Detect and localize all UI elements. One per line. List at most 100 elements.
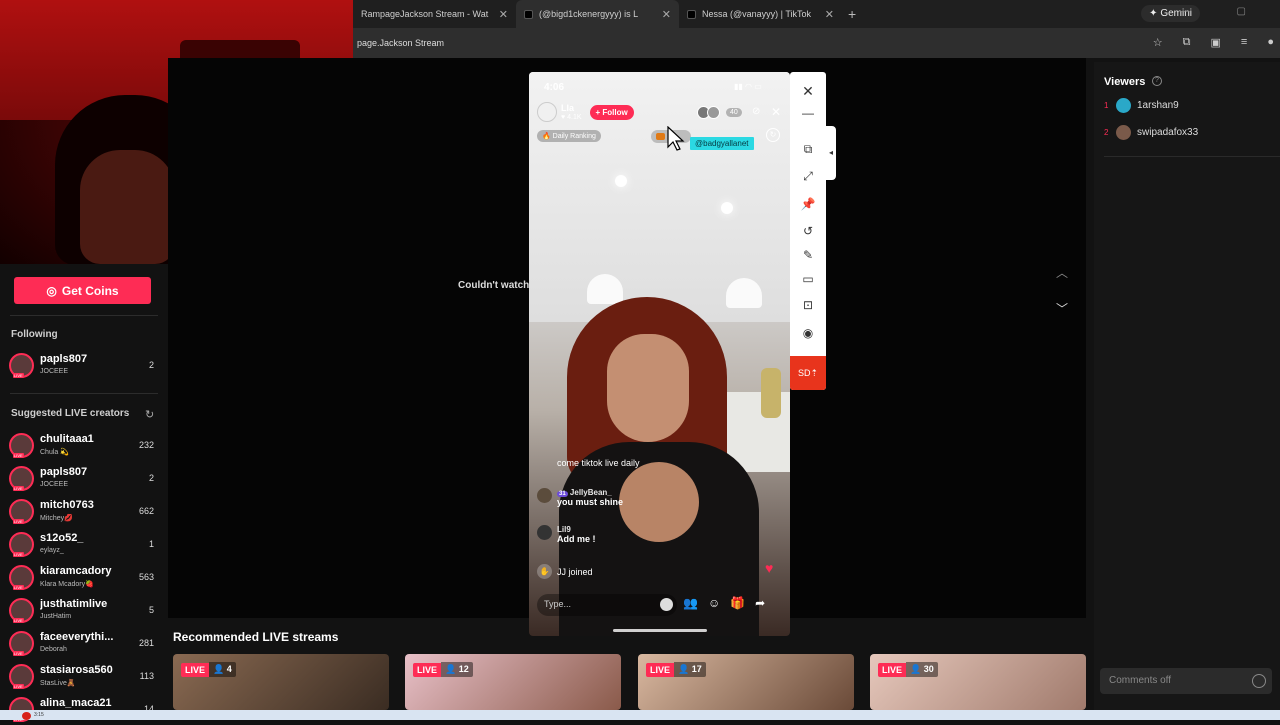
browser-tabbar: RampageJackson Stream - Wat ✕ (@bigd1cke… — [353, 0, 1280, 28]
suggested-creator[interactable]: LIVE faceeverythi... Deborah 281 — [9, 629, 159, 659]
browser-tab-active[interactable]: (@bigd1ckenergyyy) is L ✕ — [516, 0, 679, 28]
suggested-creator[interactable]: LIVE stasiarosa560 StasLive🧸 113 — [9, 662, 159, 692]
tab-close-icon[interactable]: ✕ — [499, 8, 508, 21]
close-icon[interactable]: ✕ — [790, 81, 826, 101]
follow-button[interactable]: + Follow — [589, 104, 634, 120]
pen-icon[interactable]: ✎ — [790, 245, 826, 265]
creator-name: stasiarosa560 — [40, 664, 113, 676]
live-viewer-count[interactable]: 40 — [726, 108, 742, 117]
url-text[interactable]: page.Jackson Stream — [357, 38, 444, 48]
effects-icon[interactable]: ☺ — [708, 596, 720, 610]
recording-indicator-icon[interactable] — [22, 712, 31, 720]
browser-tab[interactable]: Nessa (@vanayyy) | TikTok ✕ — [679, 0, 842, 28]
toolbar-icons: ☆ ⧉ ▣ ≡ ● — [1153, 36, 1274, 49]
creator-name: papls807 — [40, 353, 88, 365]
share-icon[interactable]: ➦ — [755, 596, 765, 610]
top-viewers-avatars[interactable] — [697, 106, 723, 120]
recommended-card[interactable]: LIVE 👤 12 — [405, 654, 621, 710]
new-tab-button[interactable]: + — [848, 6, 856, 22]
next-stream-chevron-down-icon[interactable]: ﹀ — [1056, 300, 1068, 317]
viewer-row[interactable]: 2 swipadafox33 — [1104, 123, 1198, 141]
suggested-creator[interactable]: LIVE chulitaaa1 Chula 💫 232 — [9, 431, 159, 461]
pin-icon[interactable]: 📌 — [790, 194, 826, 214]
joined-notice: ✋ JJ joined — [537, 564, 593, 579]
host-name: Lla — [561, 102, 575, 113]
help-icon[interactable]: ? — [1152, 76, 1162, 86]
creator-nickname: Chula 💫 — [40, 449, 69, 456]
chat-username[interactable]: JellyBean_ — [570, 488, 612, 497]
guests-icon[interactable]: 👥 — [683, 596, 698, 610]
suggested-creator[interactable]: LIVE mitch0763 Mitchey💋 662 — [9, 497, 159, 527]
rotate-icon[interactable]: ↺ — [790, 221, 826, 241]
tab-title: RampageJackson Stream - Wat — [361, 9, 489, 19]
sd-quality-button[interactable]: SD⇡ — [790, 356, 826, 390]
daily-ranking-pill[interactable]: 🔥 Daily Ranking — [537, 130, 601, 142]
suggested-creator[interactable]: LIVE justhatimlive JustHatim 5 — [9, 596, 159, 626]
share-refresh-icon[interactable]: ↻ — [766, 128, 780, 142]
gift-icon[interactable]: 🎁 — [730, 596, 745, 610]
minimize-live-icon[interactable]: ⊘ — [752, 106, 760, 117]
viewer-row[interactable]: 1 1arshan9 — [1104, 96, 1179, 114]
live-badge: LIVE 👤 12 — [413, 662, 473, 677]
suggested-title: Suggested LIVE creators — [11, 408, 130, 419]
comment-placeholder: Type... — [544, 599, 572, 609]
window-mode-icon[interactable]: ⧉ — [790, 139, 826, 159]
suggested-creator[interactable]: LIVE papls807 JOCEEE 2 — [9, 464, 159, 494]
creator-name: alina_maca21 — [40, 697, 112, 709]
viewer-count: 👤 17 — [674, 662, 706, 677]
chat-user-line: 31 JellyBean_ — [557, 488, 612, 497]
window-controls[interactable]: — ▢ — [1180, 6, 1268, 17]
media-icon[interactable]: ≡ — [1241, 36, 1247, 49]
host-info[interactable]: Lla ♥ 4.1K + Follow — [537, 102, 634, 122]
creator-nickname: Mitchey💋 — [40, 515, 73, 522]
emoji-icon[interactable] — [660, 598, 673, 611]
divider — [1104, 156, 1280, 157]
minimize-icon[interactable]: — — [790, 103, 826, 123]
gift-icon — [656, 133, 665, 140]
avatar — [707, 106, 720, 119]
viewer-count-value: 4 — [226, 664, 232, 674]
collapse-toolbar-chevron-icon[interactable]: ◂ — [826, 126, 836, 180]
profile-icon[interactable]: ● — [1267, 36, 1274, 49]
chat-username[interactable]: Lil9 — [557, 525, 571, 534]
previous-stream-chevron-up-icon[interactable]: ︿ — [1056, 264, 1068, 281]
sd-label: SD — [797, 368, 811, 378]
crop-icon[interactable]: ⊡ — [790, 295, 826, 315]
extensions-icon[interactable]: ⧉ — [1183, 36, 1191, 49]
recommended-card[interactable]: LIVE 👤 17 — [638, 654, 854, 710]
mouse-cursor-icon — [667, 126, 685, 151]
recommended-card[interactable]: LIVE 👤 30 — [870, 654, 1086, 710]
refresh-icon[interactable]: ↻ — [145, 408, 154, 421]
get-coins-button[interactable]: ◎ Get Coins — [14, 277, 151, 304]
chat-message: come tiktok live daily — [537, 458, 640, 468]
sidepanel-icon[interactable]: ▣ — [1211, 36, 1221, 49]
comment-input[interactable]: Type... — [537, 594, 677, 616]
live-badge: LIVE 👤 4 — [181, 662, 236, 677]
tab-close-icon[interactable]: ✕ — [825, 8, 834, 21]
pendant-lamp — [726, 278, 762, 308]
tiktok-favicon-icon — [524, 9, 533, 19]
suggested-creator[interactable]: LIVE s12o52_ eylayz_ 1 — [9, 530, 159, 560]
viewers-panel: Viewers ? 1 1arshan9 2 swipadafox33 — [1094, 62, 1280, 710]
bookmark-star-icon[interactable]: ☆ — [1153, 36, 1163, 49]
ceiling-light — [721, 202, 733, 214]
recommended-card[interactable]: LIVE 👤 4 — [173, 654, 389, 710]
creator-nickname: StasLive🧸 — [40, 680, 76, 687]
eraser-icon[interactable]: ▭ — [790, 269, 826, 289]
chat-message: Lil9 Add me ! — [537, 525, 737, 553]
host-avatar[interactable] — [537, 102, 557, 122]
record-icon[interactable]: ◉ — [790, 323, 826, 343]
following-creator[interactable]: LIVE papls807 JOCEEE 2 — [9, 351, 159, 381]
tab-close-icon[interactable]: ✕ — [662, 8, 671, 21]
streamer-face — [607, 334, 689, 442]
viewer-count: 2 — [148, 473, 154, 483]
browser-tab[interactable]: RampageJackson Stream - Wat ✕ — [353, 0, 516, 28]
fullscreen-icon[interactable]: ⤢ — [790, 166, 826, 186]
joined-text: JJ joined — [557, 566, 593, 577]
chat-text: Add me ! — [557, 534, 596, 544]
suggested-creator[interactable]: LIVE kiaramcadory Klara Mcadory🍓 563 — [9, 563, 159, 593]
close-live-icon[interactable]: ✕ — [771, 105, 781, 119]
divider — [10, 315, 158, 316]
heart-icon: ♥ — [765, 560, 774, 576]
chat-message: 31 JellyBean_ you must shine — [537, 488, 737, 516]
